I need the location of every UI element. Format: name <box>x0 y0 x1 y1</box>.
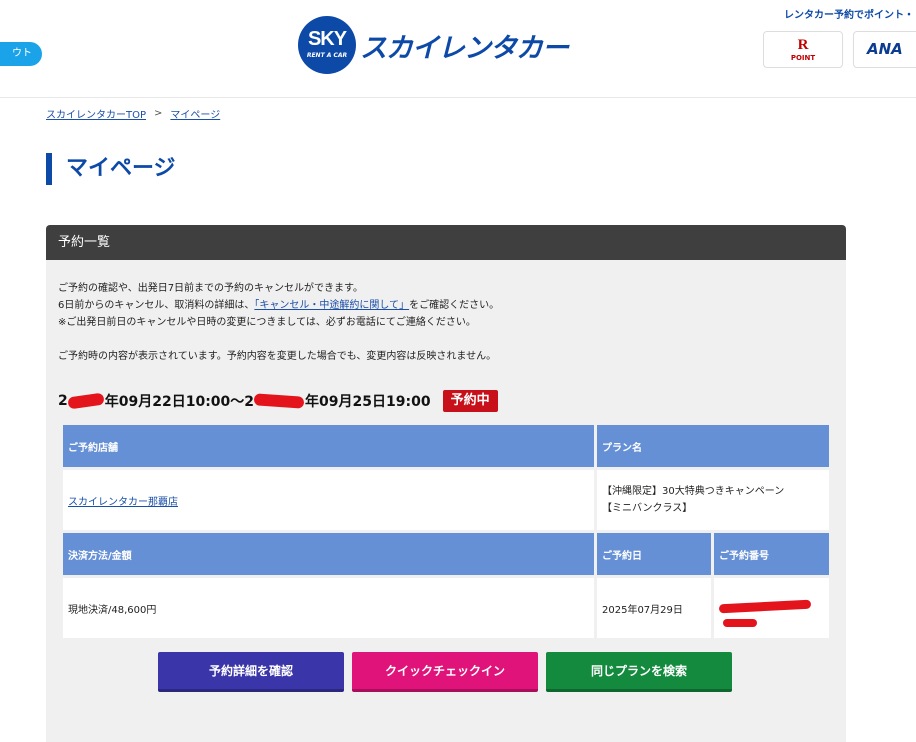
site-logo[interactable]: SKY RENT A CAR スカイレンタカー <box>298 16 569 74</box>
note-line-2-suffix: をご確認ください。 <box>409 300 500 311</box>
logo-mark: SKY RENT A CAR <box>298 16 356 74</box>
note-line-4: ご予約時の内容が表示されています。予約内容を変更した場合でも、変更内容は反映され… <box>58 351 497 362</box>
logo-text: スカイレンタカー <box>360 32 569 64</box>
plan-cell: 【沖縄限定】30大特典つきキャンペーン 【ミニバンクラス】 <box>597 470 829 530</box>
note-line-2-text: 6日前からのキャンセル、取消料の詳細は、 <box>58 300 255 311</box>
payment-header: 決済方法/金額 <box>63 533 594 575</box>
ana-button[interactable]: ANA <box>853 31 916 68</box>
rakuten-icon: R <box>797 37 809 53</box>
status-badge: 予約中 <box>442 390 498 412</box>
rakuten-point-button[interactable]: R POINT <box>763 31 843 68</box>
start-datetime: 年09月22日10:00～2 <box>104 394 255 410</box>
page-title-accent <box>46 153 52 185</box>
reservation-notes: ご予約の確認や、出発日7日前までの予約のキャンセルができます。 6日前からのキャ… <box>58 280 499 365</box>
logout-button[interactable]: ウト <box>0 42 42 66</box>
reservation-table: ご予約店舗 プラン名 スカイレンタカー那覇店 【沖縄限定】30大特典つきキャンペ… <box>60 422 832 641</box>
page-title: マイページ <box>66 156 176 181</box>
reservation-period: 2 年09月22日10:00～2 年09月25日19:00 予約中 <box>58 390 498 412</box>
redaction-mark <box>723 619 757 627</box>
rakuten-point-label: POINT <box>790 54 816 62</box>
view-details-button[interactable]: 予約詳細を確認 <box>158 652 344 692</box>
redaction-mark <box>67 392 105 410</box>
store-link[interactable]: スカイレンタカー那覇店 <box>68 497 178 508</box>
search-same-plan-button[interactable]: 同じプランを検索 <box>546 652 732 692</box>
store-header: ご予約店舗 <box>63 425 594 467</box>
promo-text[interactable]: レンタカー予約でポイント・ <box>784 6 914 21</box>
reserved-date-cell: 2025年07月29日 <box>597 578 711 638</box>
reservation-number-cell <box>714 578 829 638</box>
note-gap <box>58 331 499 348</box>
logo-mark-text: SKY <box>307 28 347 50</box>
cancel-policy-link[interactable]: 「キャンセル・中途解約に関して」 <box>254 300 409 311</box>
start-date-prefix: 2 <box>58 393 68 409</box>
redaction-mark <box>718 599 812 614</box>
store-cell: スカイレンタカー那覇店 <box>63 470 594 530</box>
plan-line-1: 【沖縄限定】30大特典つきキャンペーン <box>602 486 785 497</box>
table-row: 決済方法/金額 ご予約日 ご予約番号 <box>63 533 829 575</box>
panel-title: 予約一覧 <box>46 225 846 260</box>
reservation-actions: 予約詳細を確認 クイックチェックイン 同じプランを検索 <box>158 652 732 692</box>
redaction-mark <box>253 393 305 409</box>
reservation-list-panel: 予約一覧 ご予約の確認や、出発日7日前までの予約のキャンセルができます。 6日前… <box>46 225 846 742</box>
reservation-number-redacted <box>718 591 829 627</box>
site-header: ウト SKY RENT A CAR スカイレンタカー レンタカー予約でポイント・… <box>0 0 916 98</box>
table-row: 現地決済/48,600円 2025年07月29日 <box>63 578 829 638</box>
quick-checkin-button[interactable]: クイックチェックイン <box>352 652 538 692</box>
plan-header: プラン名 <box>597 425 829 467</box>
breadcrumb-current-link[interactable]: マイページ <box>170 106 220 121</box>
reserved-date-header: ご予約日 <box>597 533 711 575</box>
breadcrumb-home-link[interactable]: スカイレンタカーTOP <box>46 106 146 121</box>
payment-cell: 現地決済/48,600円 <box>63 578 594 638</box>
note-line-2: 6日前からのキャンセル、取消料の詳細は、「キャンセル・中途解約に関して」をご確認… <box>58 297 499 314</box>
table-row: スカイレンタカー那覇店 【沖縄限定】30大特典つきキャンペーン 【ミニバンクラス… <box>63 470 829 530</box>
note-line-3: ※ご出発日前日のキャンセルや日時の変更につきましては、必ずお電話にてご連絡くださ… <box>58 317 476 328</box>
note-line-1: ご予約の確認や、出発日7日前までの予約のキャンセルができます。 <box>58 283 364 294</box>
reservation-number-header: ご予約番号 <box>714 533 829 575</box>
breadcrumb-separator: > <box>154 108 163 119</box>
table-row: ご予約店舗 プラン名 <box>63 425 829 467</box>
plan-line-2: 【ミニバンクラス】 <box>602 503 693 514</box>
logo-mark-subtext: RENT A CAR <box>306 52 348 59</box>
breadcrumb: スカイレンタカーTOP > マイページ <box>46 106 220 121</box>
end-datetime: 年09月25日19:00 <box>305 394 431 410</box>
